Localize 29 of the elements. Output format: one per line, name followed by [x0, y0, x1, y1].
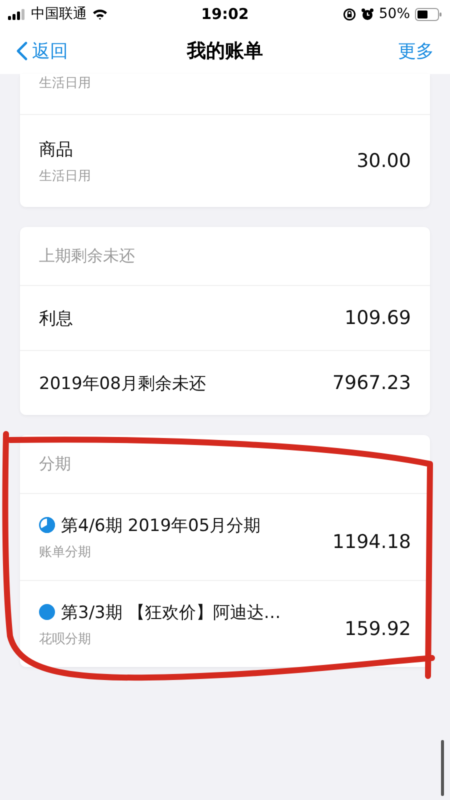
carrier-name: 中国联通: [31, 5, 87, 23]
item-amount: 1194.18: [332, 531, 411, 553]
item-title: 利息: [39, 308, 73, 330]
more-button[interactable]: 更多: [398, 39, 434, 63]
back-chevron-icon: [16, 41, 28, 61]
item-title: 商品: [39, 138, 73, 160]
item-category: 生活日用: [39, 168, 91, 184]
alarm-icon: [360, 8, 374, 20]
battery-percent: 50%: [378, 6, 410, 22]
battery-icon: [415, 8, 442, 20]
item-category: 花呗分期: [39, 630, 92, 648]
item-amount: 159.92: [344, 618, 411, 640]
item-amount: 7967.23: [332, 372, 411, 394]
rotation-lock-icon: [342, 8, 356, 20]
section-header: 上期剩余未还: [20, 227, 430, 286]
section-header: 分期: [20, 435, 430, 494]
scroll-indicator: [441, 740, 444, 796]
status-time: 19:02: [201, 5, 249, 23]
item-category: 生活日用: [39, 75, 91, 92]
back-button[interactable]: 返回: [16, 39, 68, 63]
wifi-icon: [92, 8, 108, 20]
page-title: 我的账单: [187, 39, 263, 64]
item-title: 2019年08月剩余未还: [39, 372, 206, 394]
item-amount: 109.69: [344, 307, 411, 329]
item-amount: 30.00: [356, 150, 411, 172]
item-title: 第4/6期 2019年05月分期: [61, 514, 261, 536]
item-title: 第3/3期 【狂欢价】阿迪达…: [61, 602, 281, 624]
signal-icon: [8, 8, 26, 20]
item-category: 账单分期: [39, 544, 92, 560]
